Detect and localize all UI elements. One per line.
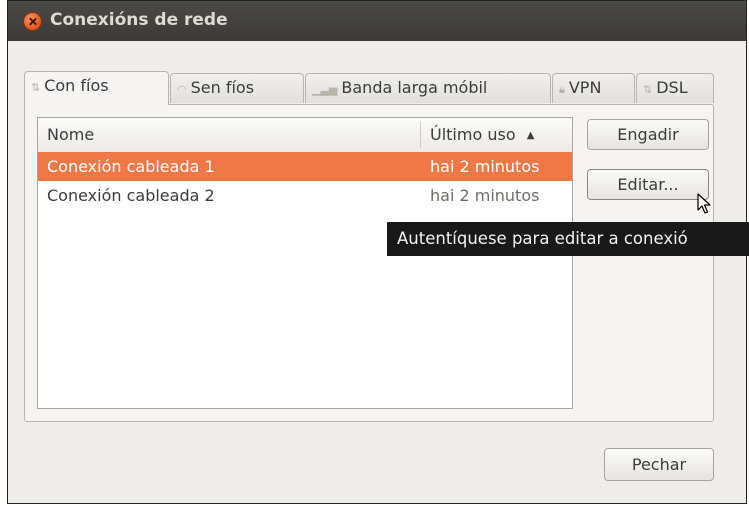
- title-bar[interactable]: Conexións de rede: [8, 1, 746, 41]
- connection-last-used: hai 2 minutos: [430, 186, 540, 205]
- close-button[interactable]: Pechar: [604, 448, 714, 481]
- tab-panel: Nome Último uso ▲ Conexión cableada 1 ha…: [24, 104, 714, 422]
- close-window-icon[interactable]: [24, 13, 41, 30]
- column-header-last-used-label: Último uso: [430, 125, 516, 144]
- tab-vpn[interactable]: 🔒︎ VPN: [552, 73, 635, 103]
- dsl-icon: ⇅: [643, 83, 653, 96]
- tab-mobile-label: Banda larga móbil: [341, 78, 488, 97]
- add-button[interactable]: Engadir: [587, 119, 709, 150]
- tab-wireless[interactable]: ◠ Sen fíos: [170, 73, 304, 103]
- mouse-pointer-icon: [697, 193, 711, 214]
- lock-icon: 🔒︎: [559, 83, 565, 96]
- column-header-last-used[interactable]: Último uso ▲: [430, 125, 534, 144]
- connection-name: Conexión cableada 1: [47, 157, 215, 176]
- connections-list[interactable]: Nome Último uso ▲ Conexión cableada 1 ha…: [37, 117, 573, 409]
- sort-ascending-icon: ▲: [526, 130, 535, 141]
- tab-vpn-label: VPN: [568, 78, 602, 97]
- connection-last-used: hai 2 minutos: [430, 157, 540, 176]
- tooltip: Autentíquese para editar a conexió: [387, 222, 749, 256]
- connection-name: Conexión cableada 2: [47, 186, 215, 205]
- tab-wired[interactable]: ⇅ Con fíos: [24, 71, 169, 105]
- list-header: Nome Último uso ▲: [38, 118, 572, 153]
- tab-wired-label: Con fíos: [44, 76, 109, 95]
- edit-button[interactable]: Editar...: [587, 169, 709, 200]
- window-title: Conexións de rede: [50, 10, 228, 30]
- list-item[interactable]: Conexión cableada 1 hai 2 minutos: [38, 152, 572, 181]
- mobile-signal-icon: ▁▃▅: [312, 83, 338, 96]
- column-header-name[interactable]: Nome: [47, 125, 94, 144]
- wired-network-icon: ⇅: [31, 81, 41, 94]
- tab-dsl-label: DSL: [656, 78, 688, 97]
- tab-wireless-label: Sen fíos: [190, 78, 255, 97]
- tab-mobile-broadband[interactable]: ▁▃▅ Banda larga móbil: [305, 73, 551, 103]
- column-separator: [420, 122, 421, 148]
- tab-dsl[interactable]: ⇅ DSL: [636, 73, 714, 103]
- tab-bar: ⇅ Con fíos ◠ Sen fíos ▁▃▅ Banda larga móbil…: [24, 71, 714, 105]
- wifi-icon: ◠: [177, 83, 187, 96]
- list-item[interactable]: Conexión cableada 2 hai 2 minutos: [38, 181, 572, 210]
